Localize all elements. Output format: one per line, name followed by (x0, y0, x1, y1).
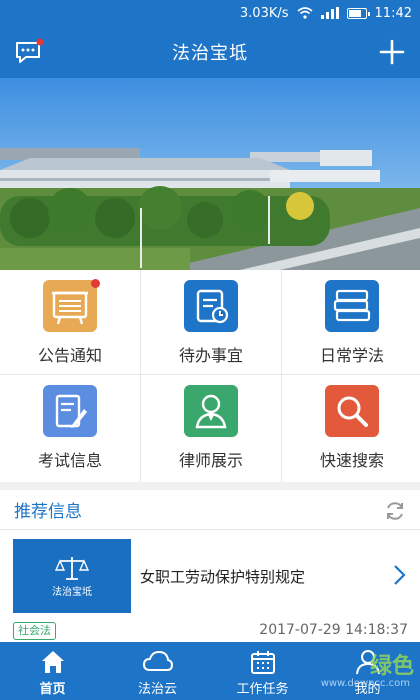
grid-item-lawyer[interactable]: 律师展示 (141, 375, 281, 483)
clock: 11:42 (374, 5, 412, 21)
battery-icon (346, 7, 370, 19)
news-thumbnail: 法治宝坻 (13, 539, 131, 613)
plus-icon (379, 39, 405, 65)
signal-icon (320, 7, 339, 19)
notice-badge (91, 279, 100, 288)
news-title: 女职工劳动保护特别规定 (140, 568, 306, 586)
section-title: 推荐信息 (14, 502, 82, 522)
add-button[interactable] (378, 38, 406, 66)
grid-item-search[interactable]: 快速搜索 (282, 375, 420, 483)
home-icon (41, 651, 64, 673)
todo-document-clock-icon (184, 280, 238, 332)
message-button[interactable] (14, 38, 44, 66)
tab-label: 工作任务 (236, 682, 289, 697)
tab-tasks[interactable]: 工作任务 (210, 642, 315, 700)
news-timestamp: 2017-07-29 14:18:37 (259, 622, 408, 638)
cloud-icon (142, 650, 173, 671)
refresh-button[interactable] (384, 500, 406, 522)
function-grid: 公告通知 待办事宜 日常学法 考试信息 律师展示 快速搜索 (0, 270, 420, 483)
grid-item-study[interactable]: 日常学法 (282, 270, 420, 374)
grid-item-notice[interactable]: 公告通知 (0, 270, 140, 374)
grid-item-exam[interactable]: 考试信息 (0, 375, 140, 483)
grid-item-label: 待办事宜 (178, 346, 243, 365)
wifi-icon (297, 7, 313, 19)
lawyer-icon (184, 385, 238, 437)
scales-of-justice-icon (54, 556, 90, 580)
calendar-icon (250, 651, 275, 674)
tab-cloud[interactable]: 法治云 (105, 642, 210, 700)
chat-bubble-icon (16, 38, 44, 63)
watermark-url: www.downcc.com (320, 678, 410, 689)
book-stack-icon (325, 280, 379, 332)
app-header: 法治宝坻 (0, 26, 420, 78)
bottom-tab-bar: 首页 法治云 工作任务 我的 (0, 642, 420, 700)
status-bar: 3.03K/s 11:42 (0, 0, 420, 26)
section-divider (0, 482, 420, 490)
thumbnail-text: 法治宝坻 (52, 586, 92, 598)
search-icon (325, 385, 379, 437)
network-speed: 3.03K/s (239, 5, 289, 21)
recommend-header: 推荐信息 (0, 490, 420, 530)
tab-home[interactable]: 首页 (0, 642, 105, 700)
refresh-icon (387, 502, 403, 520)
bulletin-board-icon (43, 280, 97, 332)
grid-item-label: 日常学法 (319, 346, 384, 365)
page-title: 法治宝坻 (172, 43, 248, 64)
category-tag: 社会法 (13, 622, 56, 640)
list-item[interactable]: 法治宝坻 女职工劳动保护特别规定 社会法 2017-07-29 14:18:37 (0, 530, 420, 642)
exam-pen-icon (43, 385, 97, 437)
grid-item-label: 公告通知 (37, 346, 102, 365)
chevron-right-icon (394, 565, 406, 585)
watermark-logo: 绿色 (369, 654, 414, 679)
banner-image[interactable] (0, 78, 420, 270)
grid-item-label: 考试信息 (37, 451, 102, 470)
tab-label: 法治云 (137, 682, 177, 697)
tab-label: 首页 (39, 682, 66, 697)
grid-item-label: 律师展示 (178, 451, 243, 470)
grid-item-todo[interactable]: 待办事宜 (141, 270, 281, 374)
grid-item-label: 快速搜索 (319, 451, 384, 470)
